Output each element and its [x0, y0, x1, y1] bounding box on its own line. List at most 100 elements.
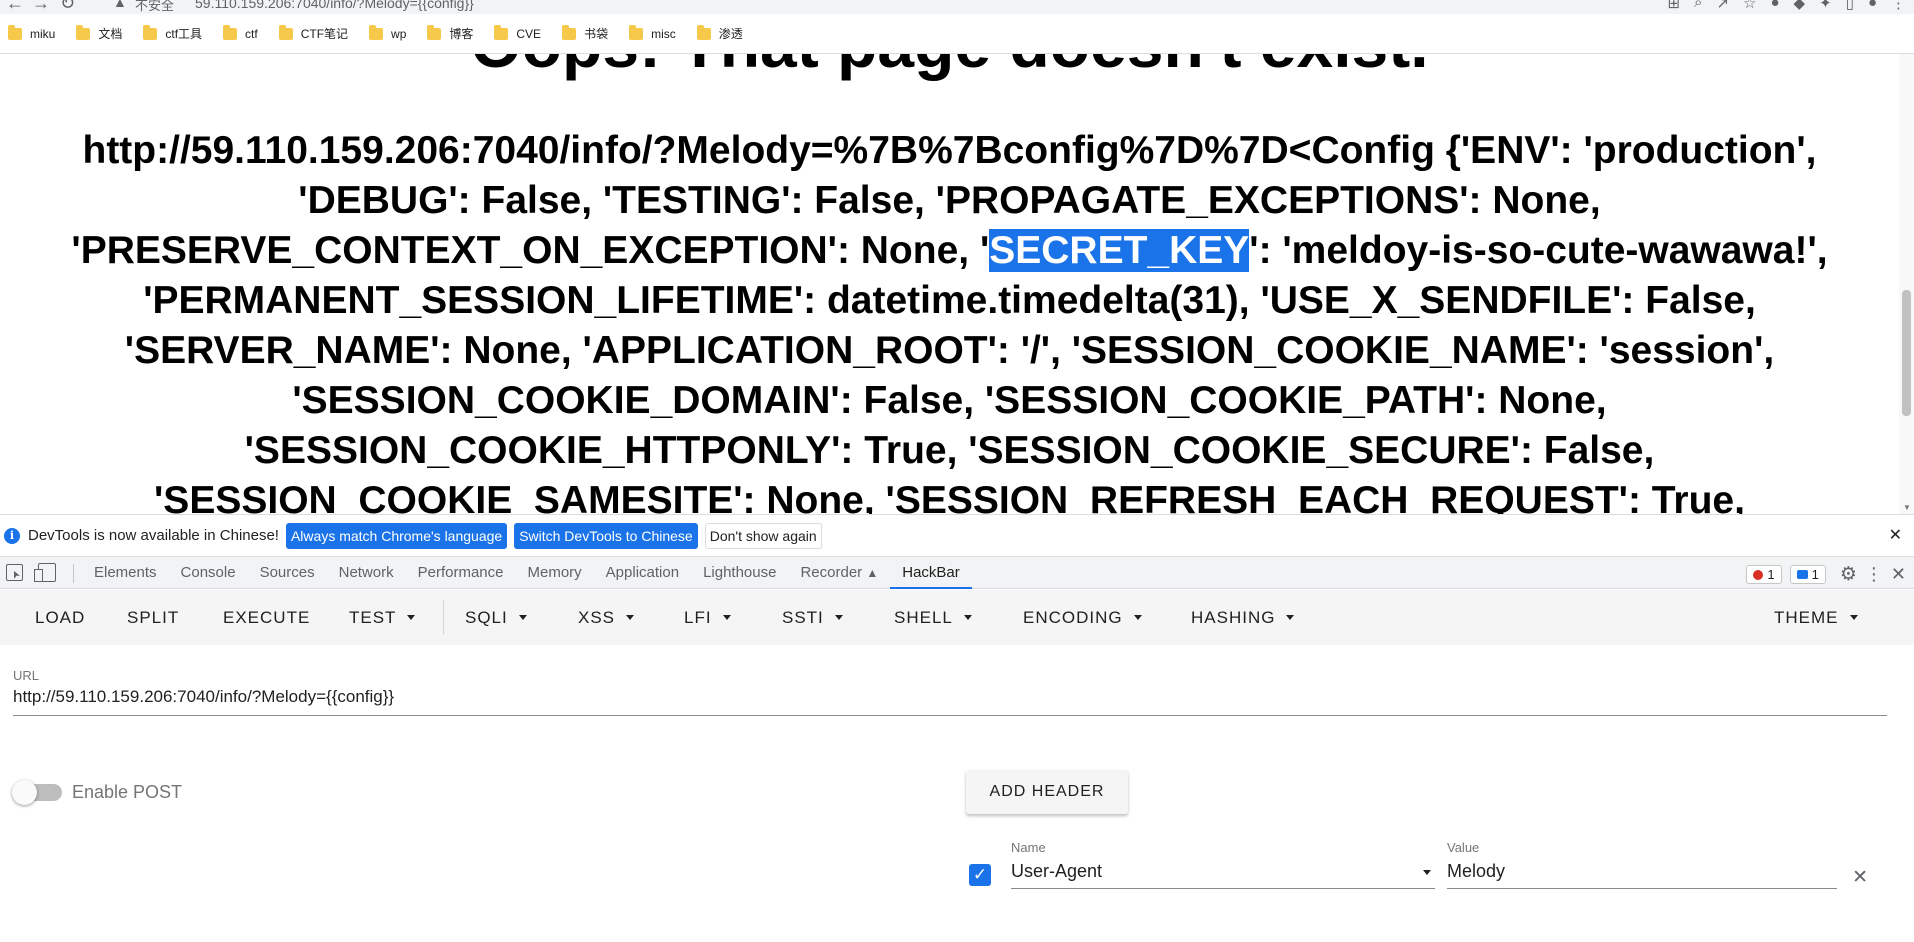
- bookmark-folder[interactable]: 文档: [76, 24, 123, 42]
- header-value-input[interactable]: Melody: [1447, 861, 1837, 889]
- sidepanel-icon[interactable]: ▯: [1846, 0, 1854, 12]
- message-icon: [1796, 570, 1808, 579]
- extension-icon[interactable]: ●: [1770, 0, 1779, 12]
- bookmark-folder[interactable]: 渗透: [696, 24, 743, 42]
- tab-application[interactable]: Application: [594, 557, 691, 589]
- device-toolbar-icon[interactable]: [34, 563, 56, 582]
- bookmark-folder[interactable]: 博客: [427, 24, 474, 42]
- zoom-icon[interactable]: ⌕: [1694, 0, 1702, 12]
- bookmark-folder[interactable]: wp: [369, 24, 407, 41]
- load-button[interactable]: LOAD: [35, 590, 85, 645]
- tab-recorder[interactable]: Recorder ▲: [788, 557, 890, 589]
- toggle-switch[interactable]: [12, 780, 62, 805]
- encoding-menu[interactable]: ENCODING: [1023, 590, 1142, 645]
- tab-elements[interactable]: Elements: [82, 557, 169, 589]
- devtools-tabs: Elements Console Sources Network Perform…: [82, 557, 972, 589]
- bookmark-label: ctf工具: [165, 27, 203, 41]
- split-button[interactable]: SPLIT: [127, 590, 179, 645]
- header-name-field[interactable]: Name User-Agent: [1011, 840, 1435, 889]
- tab-network[interactable]: Network: [327, 557, 406, 589]
- inspect-element-icon[interactable]: [6, 564, 23, 581]
- bookmark-label: ctf: [245, 26, 258, 41]
- infobar-text: DevTools is now available in Chinese!: [28, 527, 279, 544]
- errors-badge[interactable]: 1: [1746, 565, 1782, 584]
- execute-button[interactable]: EXECUTE: [223, 590, 310, 645]
- enable-post-label: Enable POST: [72, 782, 183, 802]
- bookmark-folder[interactable]: 书袋: [562, 24, 608, 42]
- sqli-menu[interactable]: SQLI: [465, 590, 527, 645]
- url-field[interactable]: URL http://59.110.159.206:7040/info/?Mel…: [13, 668, 1887, 716]
- devtools-panel: i DevTools is now available in Chinese! …: [0, 514, 1914, 942]
- forward-icon[interactable]: →: [32, 0, 50, 14]
- theme-menu[interactable]: THEME: [1774, 590, 1858, 645]
- translate-icon[interactable]: ⊞: [1667, 0, 1680, 12]
- bookmark-label: 文档: [98, 27, 123, 41]
- puzzle-icon[interactable]: ✦: [1819, 0, 1832, 12]
- ssti-label: SSTI: [782, 607, 824, 627]
- remove-header-icon[interactable]: ✕: [1852, 866, 1868, 889]
- caret-down-icon: [1849, 615, 1858, 620]
- bookmark-folder[interactable]: ctf: [223, 24, 258, 41]
- star-icon[interactable]: ☆: [1743, 0, 1756, 12]
- reload-icon[interactable]: ↻: [60, 0, 75, 14]
- test-label: TEST: [349, 607, 397, 627]
- test-menu[interactable]: TEST: [349, 590, 416, 645]
- selected-text: SECRET_KEY: [989, 229, 1250, 272]
- close-infobar-icon[interactable]: ✕: [1889, 525, 1902, 545]
- dont-show-again-button[interactable]: Don't show again: [704, 522, 822, 549]
- bookmark-folder[interactable]: CTF笔记: [278, 24, 348, 42]
- toggle-thumb[interactable]: [12, 780, 37, 805]
- devtools-infobar: i DevTools is now available in Chinese! …: [0, 514, 1914, 556]
- menu-icon[interactable]: ⋮: [1891, 0, 1906, 12]
- bookmark-folder[interactable]: CVE: [494, 24, 541, 41]
- share-icon[interactable]: ↗: [1716, 0, 1729, 12]
- bookmark-folder[interactable]: miku: [8, 24, 55, 41]
- divider: [443, 600, 444, 635]
- tab-sources[interactable]: Sources: [248, 557, 327, 589]
- url-input[interactable]: http://59.110.159.206:7040/info/?Melody=…: [13, 687, 1887, 716]
- bookmark-label: wp: [391, 26, 407, 41]
- switch-chinese-button[interactable]: Switch DevTools to Chinese: [514, 522, 698, 549]
- caret-down-icon: [407, 615, 416, 620]
- warning-icon[interactable]: ▲: [113, 0, 127, 10]
- caret-down-icon: [518, 615, 527, 620]
- shell-label: SHELL: [894, 607, 953, 627]
- bookmark-label: misc: [651, 26, 676, 41]
- shell-menu[interactable]: SHELL: [894, 590, 972, 645]
- profile-icon[interactable]: ●: [1868, 0, 1877, 12]
- insecure-label[interactable]: 不安全: [135, 0, 174, 14]
- caret-down-icon: [626, 615, 635, 620]
- header-enabled-checkbox[interactable]: ✓: [969, 864, 991, 886]
- bookmark-folder[interactable]: misc: [629, 24, 676, 41]
- extension-badge-icon[interactable]: ◆: [1794, 0, 1806, 12]
- url-text[interactable]: 59.110.159.206:7040/info/?Melody={{confi…: [195, 0, 474, 11]
- dropdown-arrow-icon[interactable]: [1423, 870, 1431, 875]
- settings-gear-icon[interactable]: ⚙: [1840, 563, 1857, 586]
- folder-icon: [369, 24, 384, 40]
- more-options-icon[interactable]: ⋮: [1865, 564, 1883, 585]
- close-devtools-icon[interactable]: ✕: [1891, 564, 1906, 585]
- header-name-input[interactable]: User-Agent: [1011, 861, 1435, 889]
- tab-hackbar[interactable]: HackBar: [890, 557, 972, 589]
- scroll-down-icon[interactable]: ▼: [1903, 503, 1911, 512]
- match-language-button[interactable]: Always match Chrome's language: [285, 522, 508, 549]
- tab-lighthouse[interactable]: Lighthouse: [691, 557, 788, 589]
- page-scrollbar[interactable]: ▼: [1899, 54, 1914, 514]
- messages-badge[interactable]: 1: [1789, 565, 1826, 584]
- hashing-menu[interactable]: HASHING: [1191, 590, 1295, 645]
- tab-performance[interactable]: Performance: [406, 557, 516, 589]
- header-value-field[interactable]: Value Melody: [1447, 840, 1837, 889]
- folder-icon: [629, 24, 644, 40]
- tab-memory[interactable]: Memory: [516, 557, 594, 589]
- add-header-button[interactable]: ADD HEADER: [966, 770, 1128, 814]
- xss-menu[interactable]: XSS: [578, 590, 635, 645]
- lfi-menu[interactable]: LFI: [684, 590, 731, 645]
- page-viewport: Oops! That page doesn't exist. http://59…: [0, 54, 1914, 514]
- scrollbar-thumb[interactable]: [1902, 290, 1911, 416]
- ssti-menu[interactable]: SSTI: [782, 590, 843, 645]
- tab-console[interactable]: Console: [169, 557, 248, 589]
- bookmark-folder[interactable]: ctf工具: [143, 24, 203, 42]
- enable-post-toggle[interactable]: Enable POST: [12, 780, 183, 805]
- bookmark-label: 博客: [449, 27, 474, 41]
- back-icon[interactable]: ←: [6, 0, 24, 14]
